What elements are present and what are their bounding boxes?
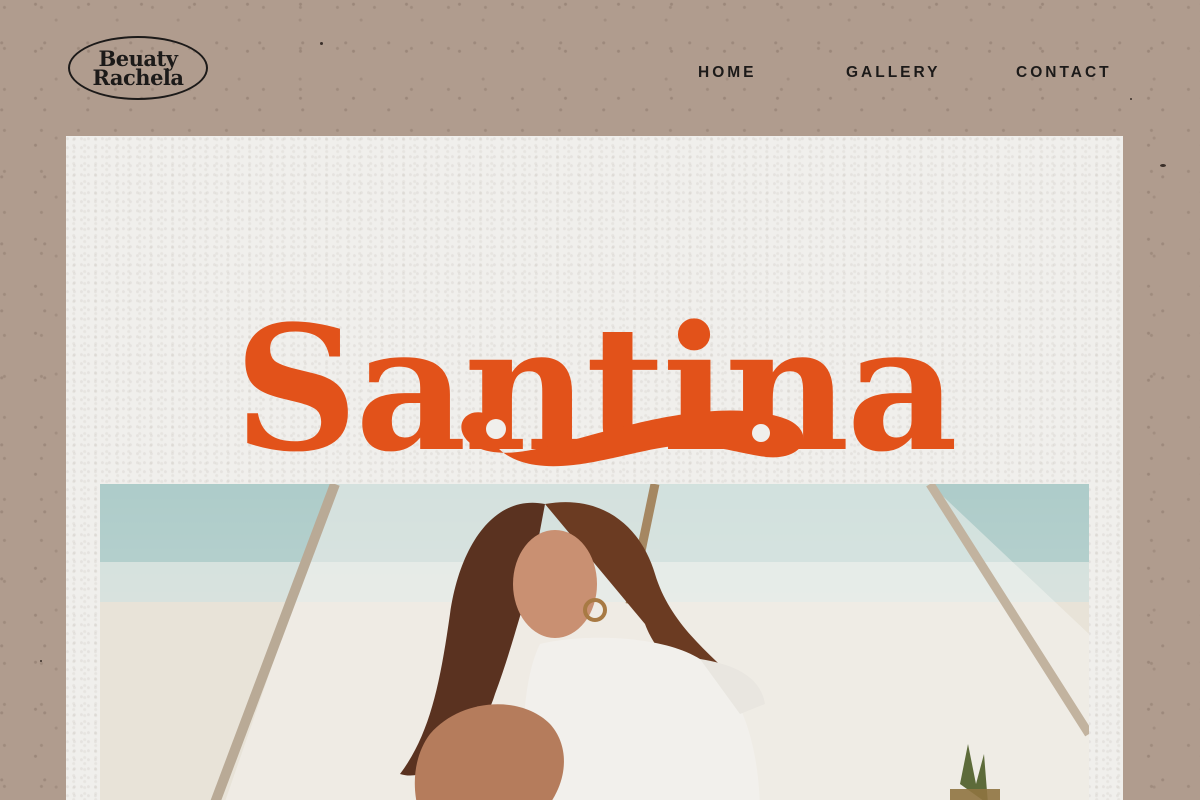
nav-contact-link[interactable]: CONTACT	[1016, 64, 1112, 82]
paper-speck	[320, 42, 323, 45]
nav-home-link[interactable]: HOME	[698, 64, 757, 82]
photo-illustration	[100, 484, 1089, 800]
title-swash-ornament	[461, 410, 804, 467]
main-nav: HOME GALLERY CONTACT	[0, 64, 1200, 84]
paper-speck	[1130, 98, 1132, 100]
paper-speck	[40, 660, 42, 662]
paper-speck	[1160, 164, 1166, 167]
hero-card: Santina	[66, 136, 1123, 800]
hero-photo	[100, 484, 1089, 800]
nav-gallery-link[interactable]: GALLERY	[846, 64, 940, 82]
